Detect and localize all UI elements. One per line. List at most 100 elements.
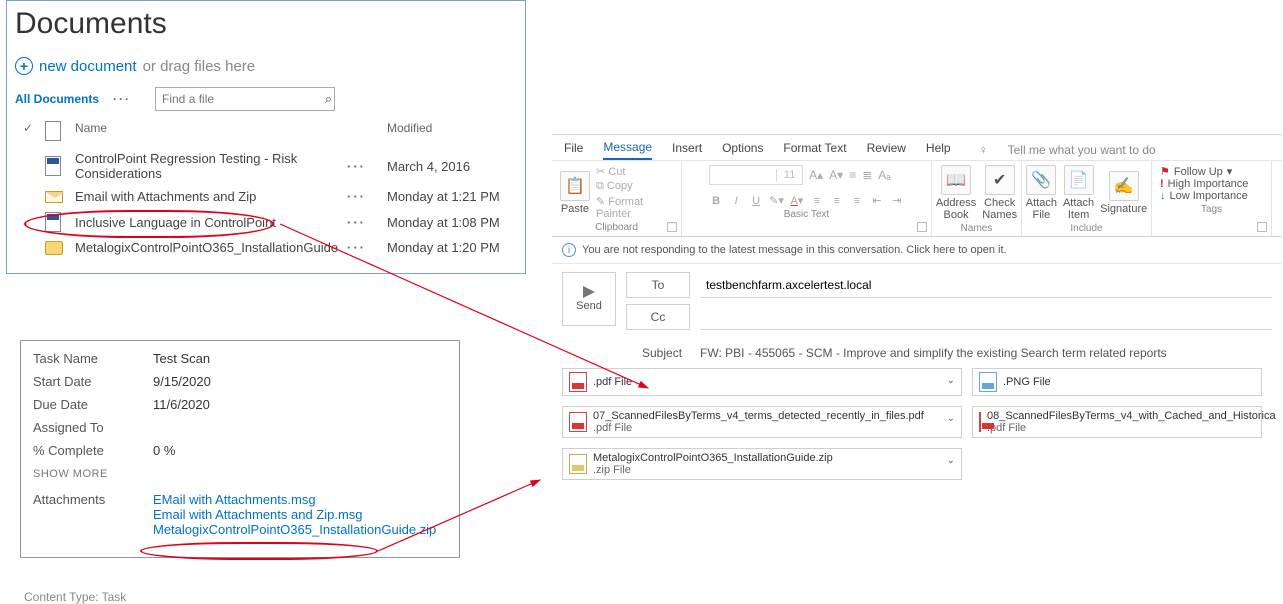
plus-circle-icon[interactable]: +: [15, 57, 33, 75]
align-center-icon[interactable]: ≡: [830, 194, 844, 207]
file-name[interactable]: MetalogixControlPointO365_InstallationGu…: [75, 240, 347, 255]
align-right-icon[interactable]: ≡: [850, 194, 864, 207]
cut-button[interactable]: ✂ Cut: [596, 165, 673, 178]
indent-inc-icon[interactable]: ⇥: [890, 194, 904, 207]
pdf-file-icon: [979, 412, 981, 432]
tab-options[interactable]: Options: [722, 141, 763, 159]
filetype-header-icon: [45, 121, 75, 141]
tab-message[interactable]: Message: [603, 140, 652, 160]
info-bar[interactable]: i You are not responding to the latest m…: [552, 237, 1282, 264]
tell-me-input[interactable]: Tell me what you want to do: [1008, 143, 1156, 157]
item-menu-icon[interactable]: ···: [347, 240, 387, 255]
modified-date: Monday at 1:21 PM: [387, 189, 517, 204]
list-item[interactable]: ControlPoint Regression Testing - Risk C…: [15, 147, 517, 185]
show-more-link[interactable]: SHOW MORE: [33, 468, 447, 480]
copy-button[interactable]: ⧉ Copy: [596, 180, 673, 193]
check-names-button[interactable]: ✔Check Names: [982, 165, 1017, 221]
list-item[interactable]: Email with Attachments and Zip ··· Monda…: [15, 185, 517, 208]
attachments-list: EMail with Attachments.msg Email with At…: [153, 492, 447, 537]
highlight-icon[interactable]: ✎▾: [769, 194, 784, 207]
modified-date: Monday at 1:20 PM: [387, 240, 517, 255]
chevron-down-icon[interactable]: ⌄: [947, 375, 955, 386]
search-box[interactable]: ⌕: [155, 87, 335, 111]
bold-button[interactable]: B: [709, 194, 723, 207]
basic-text-group: 11 A▴ A▾ ≡ ≣ Aₐ B I U ✎▾ A▾ ≡ ≡ ≡: [682, 161, 932, 236]
tab-help[interactable]: Help: [926, 141, 951, 159]
name-header[interactable]: Name: [75, 121, 347, 141]
font-selector[interactable]: 11: [709, 165, 803, 185]
underline-button[interactable]: U: [749, 194, 763, 207]
low-importance-button[interactable]: ↓Low Importance: [1160, 190, 1248, 202]
to-button[interactable]: To: [626, 272, 690, 298]
pilcrow-icon[interactable]: Aₐ: [878, 168, 890, 182]
item-menu-icon[interactable]: ···: [347, 215, 387, 230]
subject-row: Subject FW: PBI - 455065 - SCM - Improve…: [552, 340, 1282, 368]
attachment-link[interactable]: Email with Attachments and Zip.msg: [153, 507, 447, 522]
new-document-link[interactable]: new document: [39, 58, 137, 75]
tags-group: ⚑Follow Up ▾ !High Importance ↓Low Impor…: [1152, 161, 1272, 236]
list-item[interactable]: Inclusive Language in ControlPoint ··· M…: [15, 208, 517, 236]
attachment-link[interactable]: EMail with Attachments.msg: [153, 492, 447, 507]
list-item[interactable]: MetalogixControlPointO365_InstallationGu…: [15, 236, 517, 259]
clipboard-icon: 📋: [560, 171, 590, 201]
all-documents-view[interactable]: All Documents: [15, 92, 99, 106]
shrink-font-icon[interactable]: A▾: [829, 168, 843, 182]
numbering-icon[interactable]: ≣: [862, 168, 872, 182]
italic-button[interactable]: I: [729, 194, 743, 207]
check-names-icon: ✔: [985, 165, 1015, 195]
align-left-icon[interactable]: ≡: [810, 194, 824, 207]
start-date-key: Start Date: [33, 374, 153, 389]
signature-button[interactable]: ✍Signature: [1100, 171, 1147, 215]
address-book-button[interactable]: 📖Address Book: [936, 165, 976, 221]
page-title: Documents: [15, 7, 517, 41]
search-icon[interactable]: ⌕: [323, 91, 334, 107]
attachment-card[interactable]: MetalogixControlPointO365_InstallationGu…: [562, 448, 962, 480]
send-button[interactable]: Send: [562, 272, 616, 326]
file-name[interactable]: Email with Attachments and Zip: [75, 189, 347, 204]
attachment-card[interactable]: .pdf File ⌄: [562, 368, 962, 396]
ribbon-tabs: File Message Insert Options Format Text …: [552, 135, 1282, 161]
task-name-value: Test Scan: [153, 351, 447, 366]
word-file-icon: [45, 212, 61, 232]
attachment-card[interactable]: .PNG File: [972, 368, 1262, 396]
attach-file-button[interactable]: 📎Attach File: [1026, 165, 1057, 221]
new-document-row: + new document or drag files here: [15, 57, 517, 75]
indent-dec-icon[interactable]: ⇤: [870, 194, 884, 207]
subject-value[interactable]: FW: PBI - 455065 - SCM - Improve and sim…: [700, 346, 1167, 360]
attachment-card[interactable]: 07_ScannedFilesByTerms_v4_terms_detected…: [562, 406, 962, 438]
group-label: Names: [961, 223, 993, 234]
paste-button[interactable]: 📋 Paste: [560, 171, 590, 215]
grow-font-icon[interactable]: A▴: [809, 168, 823, 182]
item-menu-icon[interactable]: ···: [347, 189, 387, 204]
item-menu-icon[interactable]: ···: [347, 159, 387, 174]
dialog-launcher-icon[interactable]: [917, 222, 927, 232]
dialog-launcher-icon[interactable]: [1257, 222, 1267, 232]
follow-up-button[interactable]: ⚑Follow Up ▾: [1160, 165, 1232, 178]
view-more-icon[interactable]: ···: [113, 92, 131, 106]
modified-header[interactable]: Modified: [387, 121, 517, 141]
attachment-card[interactable]: 08_ScannedFilesByTerms_v4_with_Cached_an…: [972, 406, 1262, 438]
attachment-link[interactable]: MetalogixControlPointO365_InstallationGu…: [153, 522, 447, 537]
attach-item-button[interactable]: 📄Attach Item: [1063, 165, 1094, 221]
file-name[interactable]: Inclusive Language in ControlPoint: [75, 215, 347, 230]
font-color-icon[interactable]: A▾: [790, 194, 804, 207]
tab-file[interactable]: File: [564, 141, 583, 159]
tab-format-text[interactable]: Format Text: [783, 141, 846, 159]
dialog-launcher-icon[interactable]: [667, 222, 677, 232]
group-label: Clipboard: [595, 222, 638, 233]
ribbon: 📋 Paste ✂ Cut ⧉ Copy ✎ Format Painter Cl…: [552, 161, 1282, 237]
format-painter-button[interactable]: ✎ Format Painter: [596, 195, 673, 220]
to-field[interactable]: [700, 272, 1272, 298]
file-name[interactable]: ControlPoint Regression Testing - Risk C…: [75, 151, 347, 181]
tab-insert[interactable]: Insert: [672, 141, 702, 159]
chevron-down-icon[interactable]: ⌄: [947, 413, 955, 424]
chevron-down-icon[interactable]: ⌄: [947, 455, 955, 466]
high-importance-button[interactable]: !High Importance: [1160, 178, 1248, 190]
search-input[interactable]: [156, 90, 323, 108]
cc-button[interactable]: Cc: [626, 304, 690, 330]
bullets-icon[interactable]: ≡: [849, 168, 856, 182]
due-date-key: Due Date: [33, 397, 153, 412]
group-label: Basic Text: [784, 209, 829, 220]
tab-review[interactable]: Review: [867, 141, 906, 159]
cc-field[interactable]: [700, 304, 1272, 330]
